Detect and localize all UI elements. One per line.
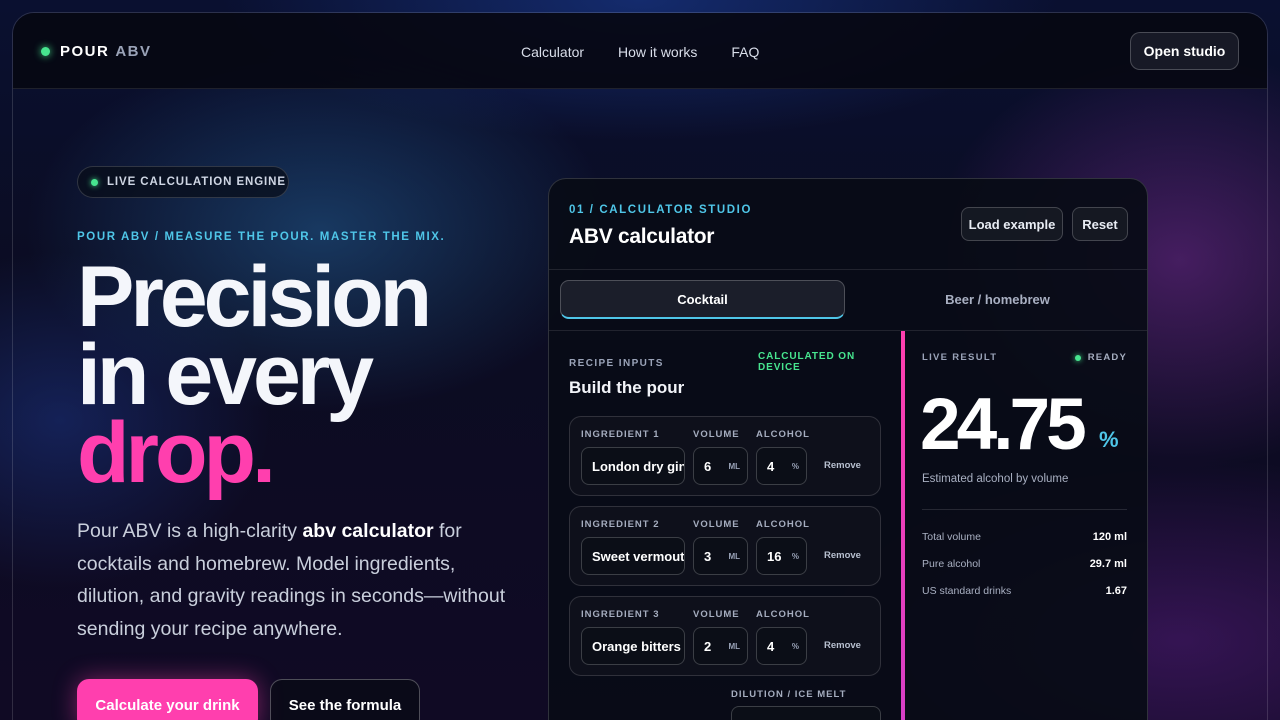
headline-line-1: Precision bbox=[77, 249, 432, 345]
alcohol-label: ALCOHOL bbox=[756, 609, 810, 620]
abv-result-value: 24.75 bbox=[920, 384, 1087, 465]
ready-status: READY bbox=[1074, 352, 1127, 363]
nav-link-calculator[interactable]: Calculator bbox=[521, 44, 584, 60]
nav-link-faq[interactable]: FAQ bbox=[731, 44, 759, 60]
ready-label: READY bbox=[1087, 352, 1127, 363]
live-dot-icon bbox=[91, 178, 98, 186]
desc-before: Pour ABV is a high-clarity bbox=[77, 520, 303, 542]
on-device-label: CALCULATED ON DEVICE bbox=[758, 351, 856, 373]
divider bbox=[549, 269, 1147, 270]
ingredient-label: INGREDIENT 1 bbox=[581, 429, 660, 440]
top-nav: POUR ABV Calculator How it works FAQ Ope… bbox=[13, 13, 1267, 89]
desc-bold: abv calculator bbox=[302, 520, 434, 542]
alcohol-input[interactable]: 4 % bbox=[756, 447, 807, 485]
ingredient-label: INGREDIENT 3 bbox=[581, 609, 660, 620]
remove-button[interactable]: Remove bbox=[824, 550, 861, 561]
open-studio-button[interactable]: Open studio bbox=[1130, 32, 1239, 70]
alcohol-value: 16 bbox=[767, 549, 782, 564]
brand-suffix: ABV bbox=[115, 43, 152, 60]
nav-links: Calculator How it works FAQ bbox=[521, 44, 759, 60]
ml-unit: ML bbox=[728, 462, 740, 471]
brand-name: POUR bbox=[60, 43, 110, 60]
live-engine-badge: LIVE CALCULATION ENGINE bbox=[77, 166, 289, 198]
percent-unit: % bbox=[791, 462, 799, 471]
percent-unit: % bbox=[791, 552, 799, 561]
tab-cocktail[interactable]: Cocktail bbox=[560, 280, 845, 319]
see-formula-button[interactable]: See the formula bbox=[270, 679, 420, 720]
load-example-button[interactable]: Load example bbox=[961, 207, 1063, 241]
recipe-inputs-label: RECIPE INPUTS bbox=[569, 358, 664, 369]
stat-value: 1.67 bbox=[1105, 585, 1127, 597]
ingredient-name-input[interactable]: Orange bitters bbox=[581, 627, 685, 665]
hero-description: Pour ABV is a high-clarity abv calculato… bbox=[77, 515, 507, 645]
headline-line-3: drop. bbox=[77, 405, 276, 501]
recipe-title: Build the pour bbox=[569, 378, 685, 397]
status-dot-icon bbox=[41, 47, 50, 56]
alcohol-value: 4 bbox=[767, 459, 775, 474]
alcohol-label: ALCOHOL bbox=[756, 519, 810, 530]
volume-input[interactable]: 2 ML bbox=[693, 627, 748, 665]
live-result-pane: LIVE RESULT READY 24.75 % Estimated alco… bbox=[905, 331, 1147, 720]
alcohol-input[interactable]: 4 % bbox=[756, 627, 807, 665]
volume-input[interactable]: 6 ML bbox=[693, 447, 748, 485]
hero-tagline: POUR ABV / MEASURE THE POUR. MASTER THE … bbox=[77, 231, 446, 243]
remove-button[interactable]: Remove bbox=[824, 640, 861, 651]
dilution-label: DILUTION / ICE MELT bbox=[731, 689, 847, 700]
calculator-card: 01 / CALCULATOR STUDIO ABV calculator Lo… bbox=[548, 178, 1148, 720]
ingredient-name-input[interactable]: London dry gin bbox=[581, 447, 685, 485]
alcohol-value: 4 bbox=[767, 639, 775, 654]
volume-label: VOLUME bbox=[693, 429, 740, 440]
stat-key: Total volume bbox=[922, 531, 981, 543]
ingredient-name-input[interactable]: Sweet vermouth bbox=[581, 537, 685, 575]
stat-row-standard-drinks: US standard drinks 1.67 bbox=[922, 585, 1127, 597]
ml-unit: ML bbox=[728, 552, 740, 561]
calculate-drink-button[interactable]: Calculate your drink bbox=[77, 679, 258, 720]
ml-unit: ML bbox=[728, 642, 740, 651]
tab-beer-homebrew[interactable]: Beer / homebrew bbox=[855, 280, 1140, 319]
volume-label: VOLUME bbox=[693, 519, 740, 530]
stat-value: 120 ml bbox=[1092, 531, 1127, 543]
abv-caption: Estimated alcohol by volume bbox=[922, 473, 1069, 485]
alcohol-label: ALCOHOL bbox=[756, 429, 810, 440]
dilution-input[interactable] bbox=[731, 706, 881, 720]
ingredient-label: INGREDIENT 2 bbox=[581, 519, 660, 530]
ingredient-row: INGREDIENT 3 VOLUME ALCOHOL Orange bitte… bbox=[569, 596, 881, 676]
volume-value: 2 bbox=[704, 639, 712, 654]
ingredient-row: INGREDIENT 2 VOLUME ALCOHOL Sweet vermou… bbox=[569, 506, 881, 586]
abv-result-unit: % bbox=[1099, 427, 1119, 452]
reset-button[interactable]: Reset bbox=[1072, 207, 1128, 241]
card-eyebrow: 01 / CALCULATOR STUDIO bbox=[569, 204, 753, 216]
alcohol-input[interactable]: 16 % bbox=[756, 537, 807, 575]
stat-row-total-volume: Total volume 120 ml bbox=[922, 531, 1127, 543]
volume-value: 3 bbox=[704, 549, 712, 564]
divider bbox=[922, 509, 1127, 510]
live-result-label: LIVE RESULT bbox=[922, 352, 998, 363]
ready-dot-icon bbox=[1074, 354, 1081, 361]
live-engine-label: LIVE CALCULATION ENGINE bbox=[107, 176, 286, 188]
remove-button[interactable]: Remove bbox=[824, 460, 861, 471]
headline-line-2: in every bbox=[77, 327, 374, 423]
volume-label: VOLUME bbox=[693, 609, 740, 620]
card-title: ABV calculator bbox=[569, 225, 715, 248]
volume-value: 6 bbox=[704, 459, 712, 474]
recipe-inputs-pane: RECIPE INPUTS CALCULATED ON DEVICE Build… bbox=[549, 331, 901, 720]
volume-input[interactable]: 3 ML bbox=[693, 537, 748, 575]
stat-key: Pure alcohol bbox=[922, 558, 981, 570]
stat-key: US standard drinks bbox=[922, 585, 1012, 597]
brand-logo[interactable]: POUR ABV bbox=[41, 43, 152, 60]
stat-value: 29.7 ml bbox=[1089, 558, 1127, 570]
hero-headline: Precision in every drop. bbox=[77, 249, 432, 501]
percent-unit: % bbox=[791, 642, 799, 651]
stat-row-pure-alcohol: Pure alcohol 29.7 ml bbox=[922, 558, 1127, 570]
ingredient-row: INGREDIENT 1 VOLUME ALCOHOL London dry g… bbox=[569, 416, 881, 496]
nav-link-how-it-works[interactable]: How it works bbox=[618, 44, 697, 60]
